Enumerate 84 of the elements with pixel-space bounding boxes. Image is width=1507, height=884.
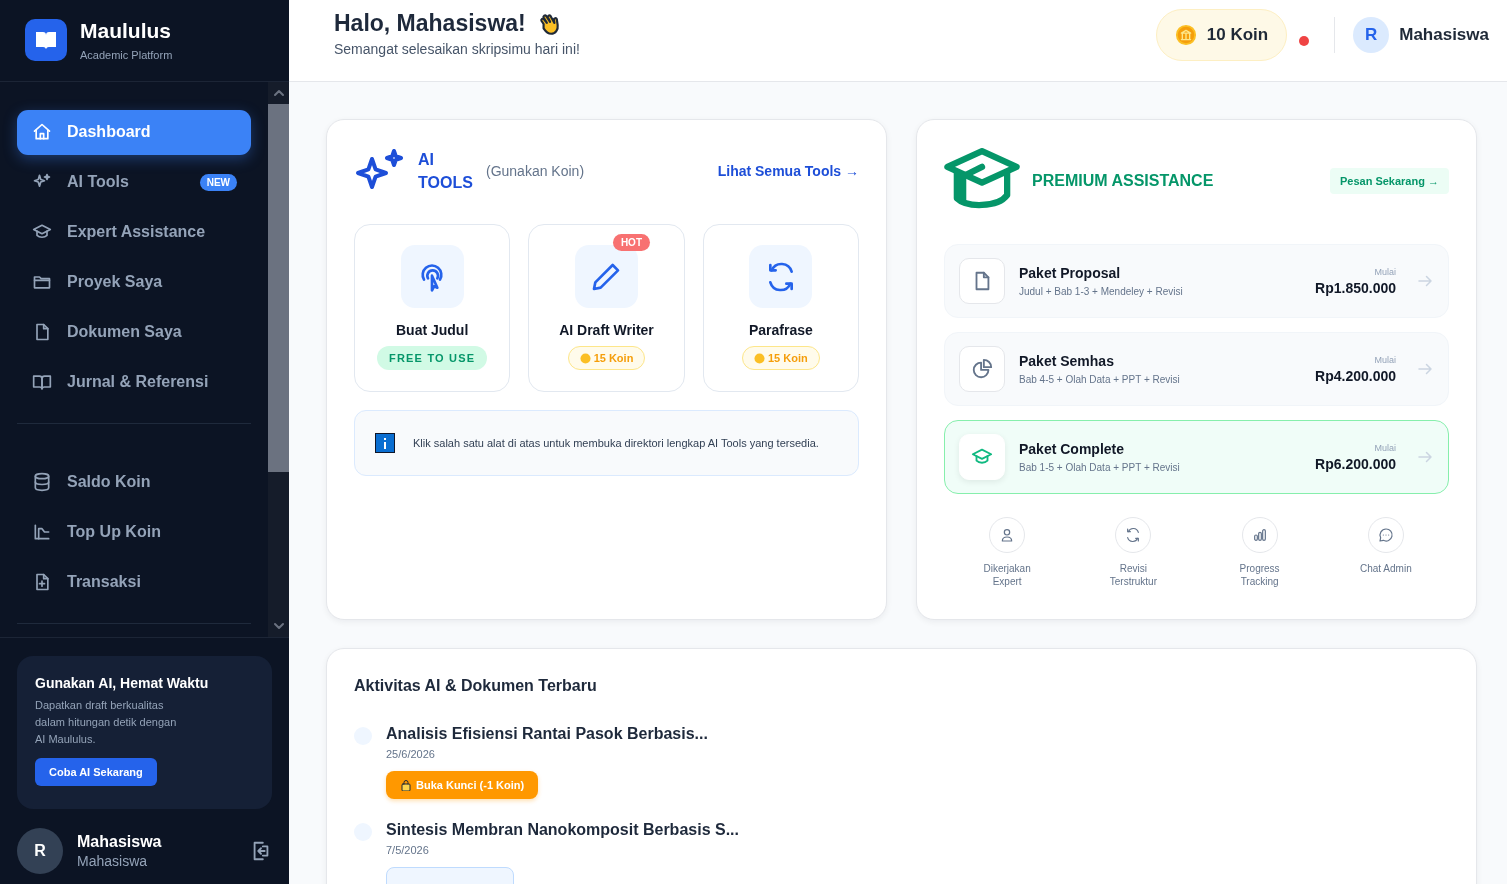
try-ai-button[interactable]: Coba AI Sekarang (35, 758, 157, 787)
user-name[interactable]: Mahasiswa (1399, 24, 1489, 45)
nav-label: Transaksi (67, 573, 142, 592)
section-title: Aktivitas AI & Dokumen Terbaru (354, 677, 598, 695)
new-badge: NEW (199, 173, 237, 191)
package-card[interactable]: Paket Semhas Bab 4-5 + Olah Data + PPT + Revisi Mulai Rp4.200.000 (944, 332, 1449, 406)
price-tag: FREE TO USE (377, 346, 488, 370)
package-card[interactable]: Paket Complete Bab 1-5 + Olah Data + PPT + Revisi Mulai Rp6.200.000 (944, 420, 1449, 494)
brand-name: Maululus (80, 19, 172, 44)
promo-title: Gunakan AI, Hemat Waktu (35, 675, 210, 692)
price-label: Mulai (1373, 354, 1396, 365)
coin-stack-icon (32, 472, 52, 493)
feature-label: Chat Admin (1359, 562, 1413, 575)
lock-icon (400, 779, 412, 791)
user-name: Mahasiswa (77, 833, 163, 851)
greeting: Halo, Mahasiswa! (334, 10, 526, 37)
scrollbar[interactable] (268, 81, 289, 638)
package-price: Rp6.200.000 (1315, 455, 1396, 472)
package-description: Judul + Bab 1-3 + Mendeley + Revisi (1019, 286, 1184, 297)
nav-label: Expert Assistance (67, 223, 207, 242)
order-now-button[interactable]: Pesan Sekarang → (1329, 168, 1449, 194)
nav-label: AI Tools (67, 173, 130, 192)
hot-badge: HOT (612, 234, 650, 251)
activity-title[interactable]: Sintesis Membran Nanokomposit Berbasis S... (386, 821, 739, 839)
activity-title[interactable]: Analisis Efisiensi Rantai Pasok Berbasis... (386, 725, 708, 743)
package-description: Bab 4-5 + Olah Data + PPT + Revisi (1019, 374, 1181, 385)
section-title: PREMIUM ASSISTANCE (1032, 171, 1215, 191)
package-description: Bab 1-5 + Olah Data + PPT + Revisi (1019, 462, 1181, 473)
tool-name: Buat Judul (396, 322, 469, 338)
tool-card[interactable]: HOT AI Draft Writer 15 Koin (528, 224, 685, 392)
nav-item[interactable]: Dashboard (17, 109, 251, 155)
package-name: Paket Semhas (1019, 353, 1115, 369)
nav-item[interactable]: Dokumen Saya (17, 309, 251, 355)
nav-label: Proyek Saya (67, 273, 164, 292)
activity-date: 25/6/2026 (386, 748, 436, 760)
price-tag: 15 Koin (741, 346, 820, 370)
info-icon (375, 433, 395, 453)
nav-item[interactable]: Expert Assistance (17, 209, 251, 255)
coin-icon (579, 352, 591, 364)
nav-item[interactable]: Proyek Saya (17, 259, 251, 305)
nav-label: Jurnal & Referensi (67, 373, 210, 392)
user-role: Mahasiswa (77, 853, 149, 869)
coin-balance[interactable]: 10 Koin (1155, 8, 1288, 61)
nav-label: Saldo Koin (67, 473, 152, 492)
nav-item[interactable]: AI Tools NEW (17, 159, 251, 205)
tool-card[interactable]: Parafrase 15 Koin (702, 224, 859, 392)
nav-label: Dokumen Saya (67, 323, 183, 342)
price-label: Mulai (1373, 266, 1396, 277)
package-price: Rp1.850.000 (1315, 279, 1396, 296)
activity-date: 7/5/2026 (386, 844, 430, 856)
brand-tagline: Academic Platform (80, 49, 173, 62)
user-avatar[interactable]: R (1353, 16, 1390, 53)
nav-item[interactable]: Top Up Koin (17, 509, 251, 555)
pie-chart-icon (971, 358, 993, 380)
info-text: Klik salah satu alat di atas untuk membuka direktori lengkap AI Tools yang tersedia. (413, 437, 819, 449)
tool-name: Parafrase (748, 322, 813, 338)
package-name: Paket Proposal (1019, 265, 1122, 281)
nav-item[interactable]: Transaksi (17, 559, 251, 605)
nav-item[interactable]: Jurnal & Referensi (17, 359, 251, 405)
section-title: AI TOOLS (418, 150, 474, 193)
feature-label: Progress Tracking (1238, 562, 1281, 588)
top-up-icon (32, 522, 52, 543)
nav-label: Dashboard (67, 123, 152, 142)
package-name: Paket Complete (1019, 441, 1126, 457)
feature-label: Dikerjakan Expert (982, 562, 1032, 588)
nav-item[interactable]: Saldo Koin (17, 459, 251, 505)
home-icon (32, 122, 52, 143)
greeting-subtitle: Semangat selesaikan skripsimu hari ini! (334, 41, 581, 57)
tool-name: AI Draft Writer (559, 322, 654, 338)
promo-text: Dapatkan draft berkualitas dalam hitungan detik dengan AI Maululus. (35, 698, 178, 748)
package-card[interactable]: Paket Proposal Judul + Bab 1-3 + Mendeley + Revisi Mulai Rp1.850.000 (944, 244, 1449, 318)
feature-label: Revisi Terstruktur (1108, 562, 1158, 588)
package-price: Rp4.200.000 (1315, 367, 1396, 384)
price-label: Mulai (1373, 442, 1396, 453)
see-all-tools-link[interactable]: Lihat Semua Tools → (717, 163, 859, 179)
section-note: (Gunakan Koin) (486, 162, 586, 180)
nav-label: Top Up Koin (67, 523, 162, 542)
tool-card[interactable]: Buat Judul FREE TO USE (354, 224, 511, 392)
logo-icon (25, 19, 67, 62)
user-avatar: R (17, 828, 63, 874)
coin-icon (753, 352, 765, 364)
notification-dot[interactable] (1299, 35, 1310, 46)
coin-icon (1174, 23, 1197, 46)
price-tag: 15 Koin (567, 346, 646, 370)
